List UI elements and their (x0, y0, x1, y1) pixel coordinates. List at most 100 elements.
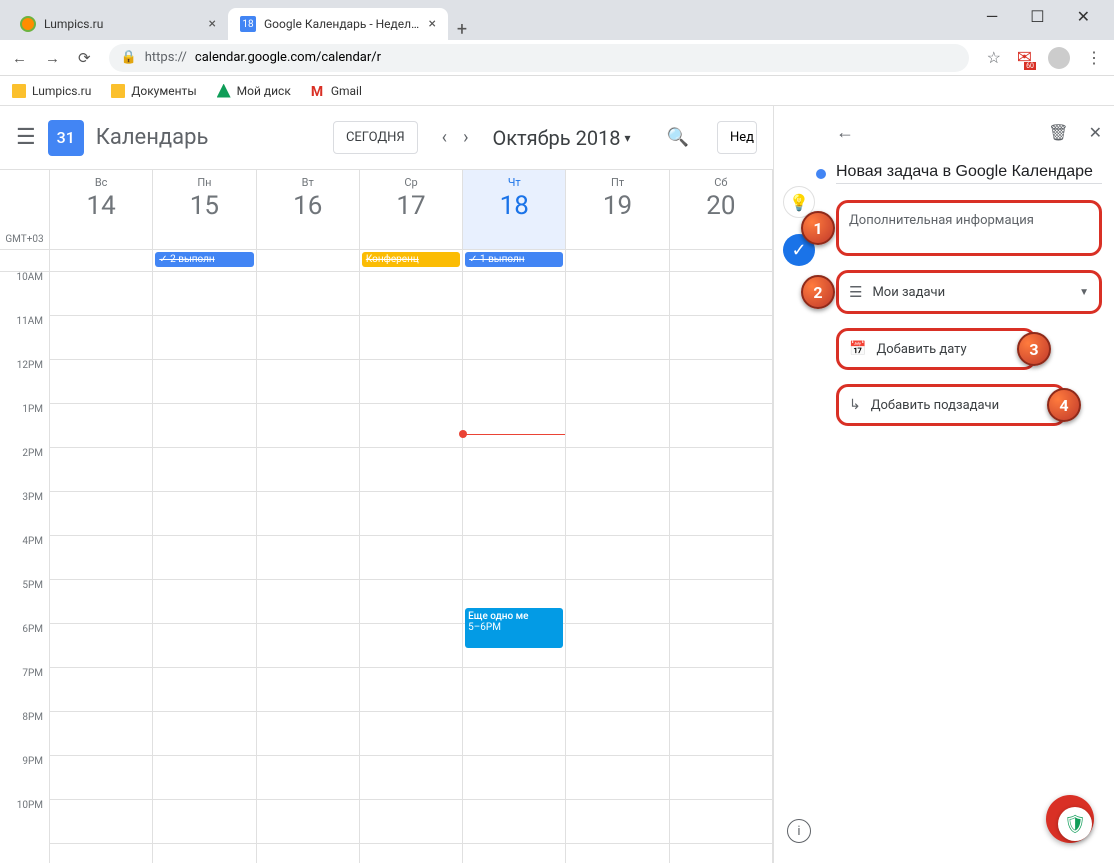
prev-week-button[interactable]: ‹ (442, 127, 447, 148)
annotation-marker: 3 (1017, 332, 1051, 366)
list-name: Мои задачи (872, 285, 1069, 300)
security-shield-icon[interactable]: 🛡 (1058, 807, 1092, 841)
annotation-marker: 4 (1047, 388, 1081, 422)
hour-label: 1PM (0, 404, 49, 448)
dropdown-icon: ▾ (625, 131, 631, 145)
hamburger-icon[interactable]: ☰ (16, 125, 36, 150)
address-bar: ← → ⟳ 🔒 https://calendar.google.com/cale… (0, 40, 1114, 76)
close-icon[interactable]: ✕ (1089, 123, 1102, 142)
profile-avatar[interactable] (1048, 47, 1070, 69)
day-column[interactable]: Ср17 Конференц (360, 170, 463, 863)
info-icon[interactable]: i (787, 819, 811, 843)
hour-label: 2PM (0, 448, 49, 492)
day-header[interactable]: Ср17 (360, 170, 462, 250)
favicon-icon: 18 (240, 16, 256, 32)
event-chip[interactable]: ✓ 2 выполн (155, 252, 253, 267)
day-name: Вт (257, 176, 359, 189)
hour-label: 9PM (0, 756, 49, 800)
today-button[interactable]: СЕГОДНЯ (333, 121, 418, 154)
tasks-panel: ← 🗑 ✕ 1 Дополнительная информация 2 ☰ Мо… (824, 106, 1114, 863)
bookmark-documents[interactable]: Документы (111, 84, 196, 98)
browser-menu-icon[interactable]: ⋮ (1086, 48, 1102, 67)
task-description-field[interactable]: 1 Дополнительная информация (836, 200, 1102, 256)
hours-area[interactable] (257, 272, 359, 844)
day-number: 19 (566, 191, 668, 221)
browser-tab-lumpics[interactable]: Lumpics.ru × (8, 8, 228, 40)
hours-area[interactable]: Еще одно ме5–6PM (463, 272, 565, 844)
day-header[interactable]: Пн15 (153, 170, 255, 250)
event-chip[interactable]: Конференц (362, 252, 460, 267)
calendar-main: ☰ 31 Календарь СЕГОДНЯ ‹ › Октябрь 2018 … (0, 106, 774, 863)
next-week-button[interactable]: › (463, 127, 468, 148)
calendar-event[interactable]: Еще одно ме5–6PM (465, 608, 563, 648)
all-day-row[interactable] (257, 250, 359, 272)
day-header[interactable]: Вс14 (50, 170, 152, 250)
hours-area[interactable] (670, 272, 772, 844)
folder-icon (111, 84, 125, 98)
all-day-row[interactable] (566, 250, 668, 272)
day-column[interactable]: Сб20 (670, 170, 773, 863)
url-input[interactable]: 🔒 https://calendar.google.com/calendar/r (109, 44, 969, 72)
all-day-row[interactable] (670, 250, 772, 272)
reload-button[interactable]: ⟳ (78, 49, 91, 67)
add-subtasks-button[interactable]: ↳ Добавить подзадачи 4 (836, 384, 1066, 426)
window-close[interactable]: ✕ (1077, 7, 1090, 26)
task-title-input[interactable] (836, 163, 1102, 184)
month-year-selector[interactable]: Октябрь 2018 ▾ (492, 126, 630, 150)
back-icon[interactable]: ← (836, 122, 854, 143)
all-day-row[interactable]: ✓ 1 выполн (463, 250, 565, 272)
delete-icon[interactable]: 🗑 (1048, 123, 1068, 142)
day-header[interactable]: Пт19 (566, 170, 668, 250)
app-title: Календарь (96, 125, 209, 150)
hours-area[interactable] (50, 272, 152, 844)
task-bullet-icon (816, 169, 826, 179)
hours-area[interactable] (360, 272, 462, 844)
add-date-button[interactable]: 📅 Добавить дату 3 (836, 328, 1036, 370)
bookmark-drive[interactable]: Мой диск (217, 84, 291, 98)
day-column[interactable]: Вс14 (50, 170, 153, 863)
day-column[interactable]: Пт19 (566, 170, 669, 863)
placeholder-text: Дополнительная информация (849, 213, 1089, 228)
all-day-row[interactable]: Конференц (360, 250, 462, 272)
gmail-badge: 60 (1024, 62, 1036, 70)
day-column[interactable]: Вт 16 (257, 170, 360, 863)
annotation-marker: 1 (801, 211, 835, 245)
new-tab-button[interactable]: + (448, 19, 476, 40)
hours-area[interactable] (153, 272, 255, 844)
back-button[interactable]: ← (12, 49, 27, 67)
day-header[interactable]: Чт18 (463, 170, 565, 250)
task-list-selector[interactable]: 2 ☰ Мои задачи ▼ (836, 270, 1102, 314)
forward-button[interactable]: → (45, 49, 60, 67)
day-number: 18 (463, 191, 565, 221)
hour-label: 10PM (0, 800, 49, 844)
window-minimize[interactable]: — (986, 7, 999, 26)
close-icon[interactable]: × (209, 16, 216, 32)
day-column[interactable]: Чт18 ✓ 1 выполн Еще одно ме5–6PM (463, 170, 566, 863)
event-chip[interactable]: ✓ 1 выполн (465, 252, 563, 267)
hours-area[interactable] (566, 272, 668, 844)
url-prefix: https:// (145, 50, 187, 65)
day-column[interactable]: Пн15 ✓ 2 выполн (153, 170, 256, 863)
label: Добавить подзадачи (871, 398, 1053, 413)
bookmark-star-icon[interactable]: ☆ (987, 48, 1001, 67)
all-day-row[interactable] (50, 250, 152, 272)
drive-icon (217, 84, 231, 98)
day-number: 14 (50, 191, 152, 221)
all-day-row[interactable]: ✓ 2 выполн (153, 250, 255, 272)
gmail-extension-icon[interactable]: ✉60 (1017, 47, 1032, 68)
day-number: 20 (670, 191, 772, 221)
now-indicator (463, 434, 565, 435)
search-icon[interactable]: 🔍 (667, 127, 689, 148)
subtask-icon: ↳ (849, 397, 861, 413)
day-header[interactable]: Сб20 (670, 170, 772, 250)
bookmark-lumpics[interactable]: Lumpics.ru (12, 84, 91, 98)
annotation-marker: 2 (801, 275, 835, 309)
browser-tab-calendar[interactable]: 18 Google Календарь - Неделя: 14 × (228, 8, 448, 40)
close-icon[interactable]: × (429, 16, 436, 32)
day-header[interactable]: Вт 16 (257, 170, 359, 250)
bookmark-gmail[interactable]: MGmail (311, 84, 362, 98)
view-switcher[interactable]: Нед (717, 121, 757, 154)
url-text: calendar.google.com/calendar/r (195, 50, 381, 65)
day-number: 16 (257, 191, 359, 221)
window-maximize[interactable]: ☐ (1030, 7, 1044, 26)
